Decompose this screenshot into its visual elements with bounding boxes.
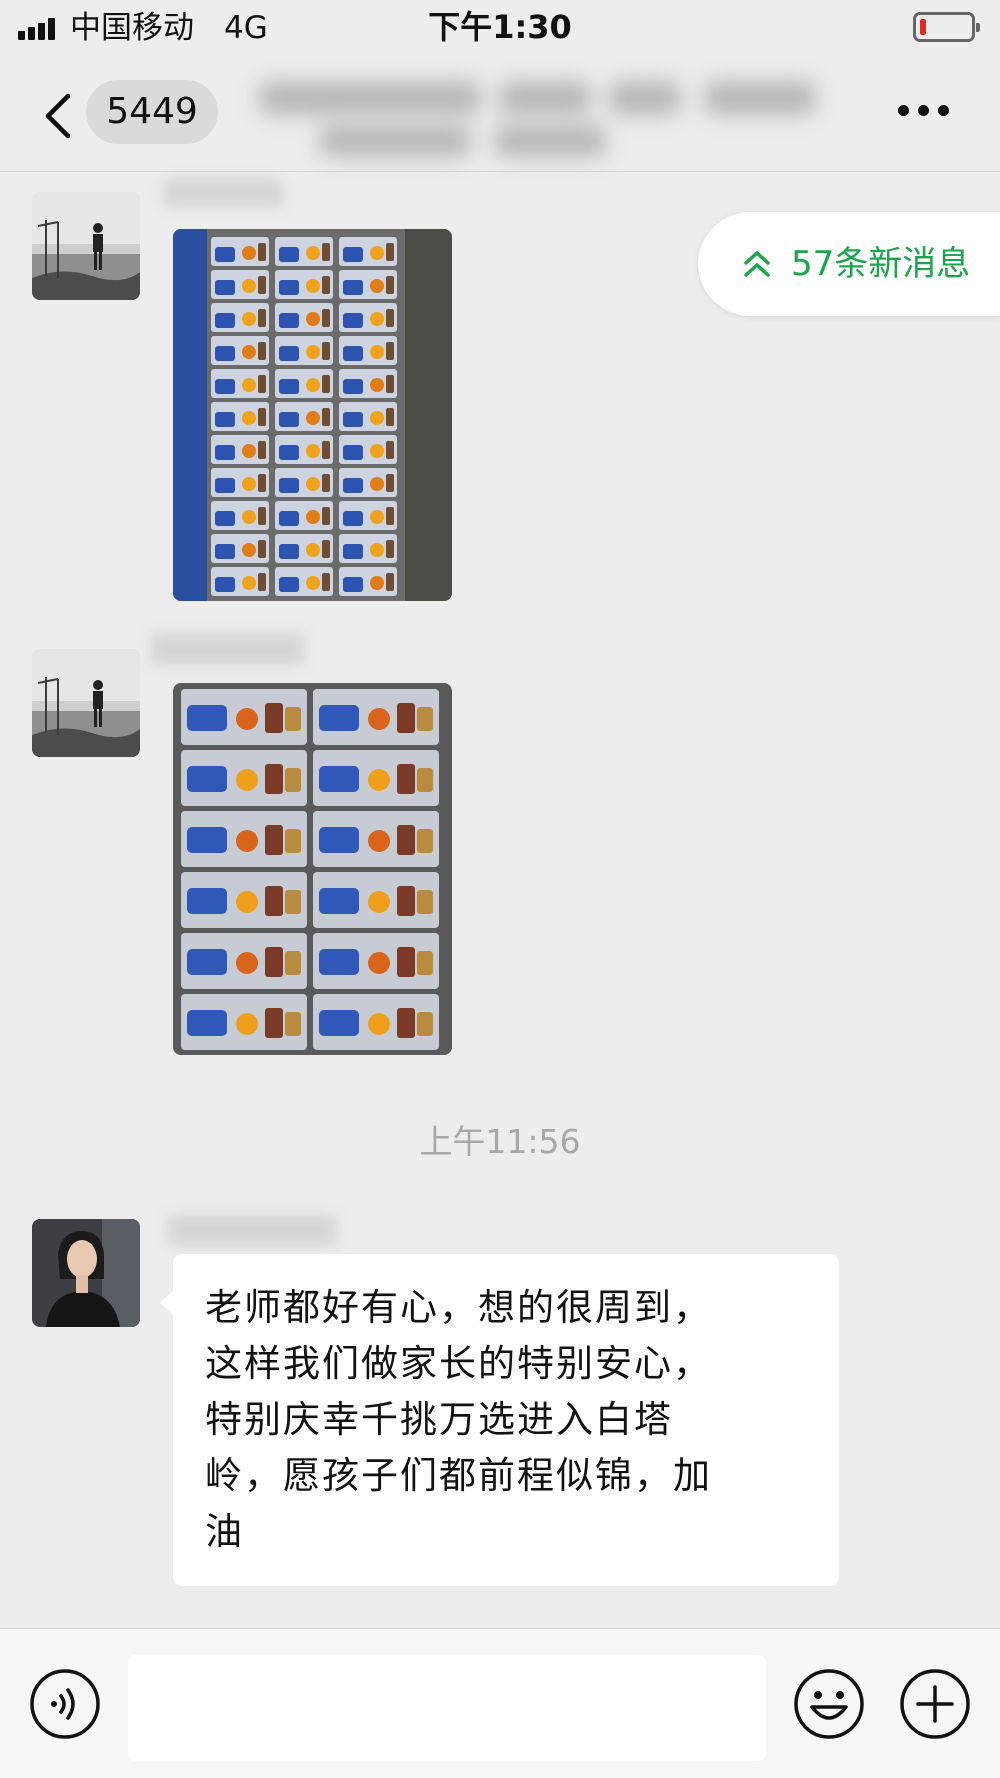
sender-name — [163, 178, 283, 208]
message-line: 油 — [205, 1510, 244, 1553]
avatar-photo — [32, 649, 140, 757]
emoji-icon — [794, 1669, 864, 1739]
status-bar: 中国移动 4G 下午1:30 — [0, 0, 1000, 60]
voice-icon — [30, 1669, 100, 1739]
message-line: 这样我们做家长的特别安心， — [205, 1342, 712, 1385]
more-actions-button[interactable] — [898, 1667, 972, 1741]
new-messages-label: 57条新消息 — [791, 244, 971, 284]
back-button[interactable] — [38, 84, 78, 148]
message-line: 老师都好有心，想的很周到， — [205, 1286, 712, 1329]
more-button[interactable] — [896, 98, 952, 122]
avatar[interactable] — [32, 1219, 140, 1327]
input-bar — [0, 1628, 1000, 1778]
chat-header: 5449 — [0, 60, 1000, 172]
emoji-button[interactable] — [792, 1667, 866, 1741]
plus-icon — [900, 1669, 970, 1739]
message-line: 特别庆幸千挑万选进入白塔 — [205, 1398, 673, 1441]
voice-button[interactable] — [28, 1667, 102, 1741]
message-image[interactable] — [173, 683, 452, 1055]
message-input[interactable] — [128, 1655, 766, 1761]
snack-bags-photo — [173, 683, 452, 1055]
message-timestamp: 上午11:56 — [419, 1122, 581, 1161]
snack-bags-photo — [173, 229, 452, 601]
battery-level — [920, 19, 926, 35]
chevron-left-icon — [45, 93, 71, 139]
double-chevron-up-icon — [744, 251, 770, 277]
message-line: 岭，愿孩子们都前程似锦，加 — [205, 1454, 712, 1497]
sender-name — [167, 1214, 337, 1246]
avatar[interactable] — [32, 192, 140, 300]
avatar[interactable] — [32, 649, 140, 757]
message-text: 老师都好有心，想的很周到， 这样我们做家长的特别安心， 特别庆幸千挑万选进入白塔… — [205, 1280, 809, 1560]
avatar-photo — [32, 1219, 140, 1327]
unread-count-badge[interactable]: 5449 — [86, 80, 218, 144]
chat-title — [250, 70, 830, 166]
sender-name — [150, 632, 305, 666]
battery-icon — [913, 12, 980, 42]
status-time: 下午1:30 — [428, 8, 572, 46]
avatar-photo — [32, 192, 140, 300]
message-bubble[interactable]: 老师都好有心，想的很周到， 这样我们做家长的特别安心， 特别庆幸千挑万选进入白塔… — [160, 1254, 839, 1586]
message-image[interactable] — [173, 229, 452, 601]
new-messages-button[interactable]: 57条新消息 — [698, 212, 1000, 316]
